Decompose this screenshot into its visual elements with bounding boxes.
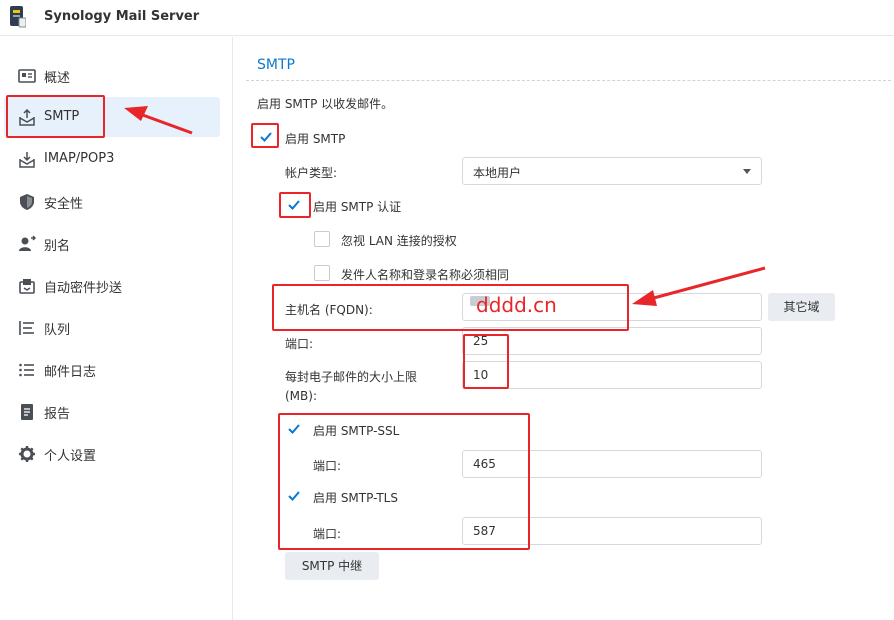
overview-icon: [18, 69, 36, 83]
section-divider: [246, 80, 891, 81]
sidebar-item-label: 自动密件抄送: [44, 281, 123, 296]
sidebar-item-label: 个人设置: [44, 449, 97, 464]
ignore-lan-auth-label: 忽视 LAN 连接的授权: [341, 234, 457, 248]
annotation-box-ssl-tls: [278, 413, 530, 550]
sidebar-item-label: 安全性: [44, 197, 84, 212]
sidebar-item-report[interactable]: 报告: [4, 391, 220, 431]
annotation-box-hostname: [272, 284, 629, 331]
sidebar-item-security[interactable]: 安全性: [4, 181, 220, 221]
annotation-box-port-size: [463, 334, 509, 389]
account-type-value: 本地用户: [473, 166, 522, 180]
account-type-label: 帐户类型:: [285, 166, 338, 180]
max-size-unit-label: (MB):: [285, 389, 317, 403]
alias-user-icon: [19, 235, 36, 251]
smtp-relay-button[interactable]: SMTP 中继: [285, 552, 379, 580]
sidebar-item-auto-bcc[interactable]: 自动密件抄送: [4, 265, 220, 305]
sidebar-item-label: 队列: [44, 323, 71, 338]
sidebar-item-alias[interactable]: 别名: [4, 223, 220, 263]
synology-mail-server-icon: [10, 6, 26, 28]
account-type-select[interactable]: 本地用户: [462, 157, 762, 185]
annotation-box-enable-smtp: [251, 123, 279, 148]
sidebar-item-label: 邮件日志: [44, 365, 97, 380]
sidebar-item-label: 别名: [44, 239, 71, 254]
sidebar-item-imap-pop3[interactable]: IMAP/POP3: [4, 139, 220, 179]
sidebar-item-mail-log[interactable]: 邮件日志: [4, 349, 220, 389]
enable-smtp-label: 启用 SMTP: [285, 132, 346, 146]
sidebar-item-label: IMAP/POP3: [44, 151, 115, 166]
sidebar-item-overview[interactable]: 概述: [4, 55, 220, 95]
max-size-label: 每封电子邮件的大小上限: [285, 370, 418, 384]
other-domains-button[interactable]: 其它域: [768, 293, 835, 321]
security-shield-icon: [20, 194, 34, 210]
app-title: Synology Mail Server: [44, 9, 200, 24]
section-title: SMTP: [257, 57, 295, 73]
sidebar-item-label: 报告: [44, 407, 71, 422]
ignore-lan-auth-checkbox[interactable]: [314, 231, 330, 247]
annotation-box-smtp-nav: [6, 95, 105, 138]
sidebar-item-label: 概述: [44, 71, 71, 86]
sidebar-item-personal-settings[interactable]: 个人设置: [4, 433, 220, 473]
port-label: 端口:: [285, 337, 314, 351]
sender-name-match-checkbox[interactable]: [314, 265, 330, 281]
chevron-down-icon: [743, 169, 751, 174]
title-bar: Synology Mail Server: [0, 0, 894, 36]
section-description: 启用 SMTP 以收发邮件。: [257, 97, 394, 111]
hostname-overlay-text: dddd.cn: [476, 293, 557, 317]
enable-smtp-auth-label: 启用 SMTP 认证: [313, 200, 402, 214]
auto-bcc-icon: [19, 279, 35, 294]
report-icon: [21, 404, 33, 420]
imap-pop3-icon: [19, 152, 35, 168]
mail-log-icon: [19, 363, 34, 377]
gear-icon: [19, 446, 35, 462]
sidebar-item-queue[interactable]: 队列: [4, 307, 220, 347]
queue-list-icon: [19, 321, 34, 335]
annotation-box-enable-auth: [279, 192, 311, 218]
sender-name-match-label: 发件人名称和登录名称必须相同: [341, 268, 510, 282]
